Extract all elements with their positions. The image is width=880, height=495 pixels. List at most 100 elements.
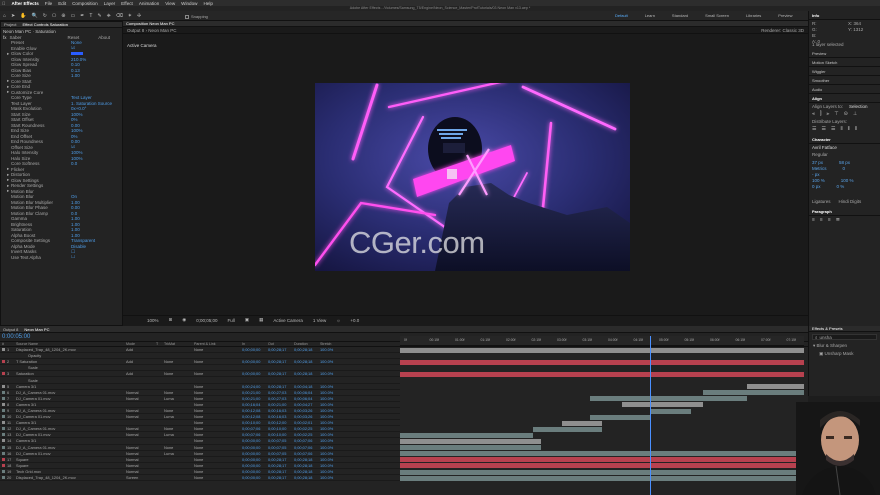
layer-duration-bar[interactable] <box>400 463 804 469</box>
layer-parent[interactable]: None <box>194 438 203 443</box>
workspace-default[interactable]: Default <box>615 13 628 18</box>
hand-tool-icon[interactable]: ✋ <box>20 13 26 19</box>
layer-name[interactable]: Square <box>16 463 29 468</box>
layer-parent[interactable]: None <box>194 451 203 456</box>
menu-window[interactable]: Window <box>181 1 197 6</box>
layer-name[interactable]: DJ_Camera 01.mov <box>16 396 51 401</box>
label-color-swatch[interactable] <box>2 433 5 437</box>
snapping-checkbox[interactable] <box>185 14 189 19</box>
layer-name[interactable]: Opacity <box>28 353 41 358</box>
layer-name[interactable]: DJ_Camera 01.mov <box>16 432 51 437</box>
label-color-swatch[interactable] <box>2 384 5 388</box>
layer-mode[interactable]: Normal <box>126 414 139 419</box>
layer-name[interactable]: Scale <box>28 365 38 370</box>
effect-property-value[interactable]: On <box>71 194 77 199</box>
label-color-swatch[interactable] <box>2 427 5 431</box>
layer-parent[interactable]: None <box>194 463 203 468</box>
brush-tool-icon[interactable]: ✎ <box>97 13 101 19</box>
menu-animation[interactable]: Animation <box>139 1 159 6</box>
layer-parent[interactable]: None <box>194 359 203 364</box>
align-left-icon[interactable]: ⫷ <box>812 111 815 117</box>
renderer-label[interactable]: Renderer: Classic 3D <box>761 28 804 33</box>
align-bottom-icon[interactable]: ⊥ <box>853 111 857 117</box>
workspace-preview[interactable]: Preview <box>778 13 792 18</box>
leading-field[interactable]: 58 px <box>839 160 850 165</box>
align-top-icon[interactable]: ⊤ <box>834 111 838 117</box>
layer-trk[interactable]: None <box>164 408 173 413</box>
puppet-tool-icon[interactable]: ✢ <box>137 13 141 19</box>
layer-parent[interactable]: None <box>194 426 203 431</box>
font-size-field[interactable]: 37 px <box>812 160 823 165</box>
menu-composition[interactable]: Composition <box>72 1 98 6</box>
distribute-hcenter-icon[interactable]: ⦀ <box>848 126 850 132</box>
transparency-grid-icon[interactable]: ▦ <box>259 317 263 323</box>
label-color-swatch[interactable] <box>2 360 5 364</box>
effect-property-value[interactable]: 0% <box>71 134 78 139</box>
home-icon[interactable]: ⌂ <box>3 13 6 19</box>
snapping-toggle[interactable]: Snapping <box>185 14 208 19</box>
effects-presets-title[interactable]: Effects & Presets <box>812 326 843 331</box>
align-text-left-icon[interactable]: ≡ <box>812 217 815 223</box>
playhead[interactable] <box>650 336 651 495</box>
label-color-swatch[interactable] <box>2 415 5 419</box>
info-panel-title[interactable]: Info <box>809 11 880 20</box>
align-vcenter-icon[interactable]: ⊝ <box>844 111 848 117</box>
column-header[interactable]: Duration <box>292 342 318 346</box>
camera-snapshot-icon[interactable]: ◉ <box>182 317 186 323</box>
reset-link[interactable]: Reset <box>68 35 80 40</box>
zoom-tool-icon[interactable]: 🔍 <box>31 13 37 19</box>
effect-property-value[interactable]: 1.00 <box>71 222 80 227</box>
effect-property-value[interactable]: 0% <box>71 117 78 122</box>
effect-property-value[interactable]: Disable <box>71 244 86 249</box>
layer-parent[interactable]: None <box>194 408 203 413</box>
label-color-swatch[interactable] <box>2 390 5 394</box>
layer-mode[interactable]: Screen <box>126 475 138 480</box>
composition-canvas[interactable]: CGer.com <box>315 83 630 271</box>
align-panel-title[interactable]: Align <box>809 94 880 103</box>
layer-mode[interactable]: Normal <box>126 451 139 456</box>
layer-name[interactable]: Scale <box>28 378 38 383</box>
effect-property-value[interactable]: 100% <box>71 112 83 117</box>
layer-duration-bar[interactable] <box>400 457 804 463</box>
layer-parent[interactable]: None <box>194 414 203 419</box>
workspace-small-screen[interactable]: Small Screen <box>705 13 729 18</box>
effect-property-value[interactable]: 0.00 <box>71 139 80 144</box>
distribute-bottom-icon[interactable]: ☰ <box>831 126 835 132</box>
align-hcenter-icon[interactable]: ⫿ <box>820 111 822 117</box>
layer-duration-bar[interactable] <box>400 475 804 481</box>
distribute-right-icon[interactable]: ⦀ <box>855 126 857 132</box>
current-time-display[interactable]: 0:00:05:00 <box>2 334 30 340</box>
layer-trk[interactable]: None <box>164 445 173 450</box>
label-color-swatch[interactable] <box>2 396 5 400</box>
effect-property-row[interactable]: Use Text Alpha ☐ <box>7 255 122 261</box>
menu-help[interactable]: Help <box>203 1 212 6</box>
layer-mode[interactable]: Add <box>126 359 133 364</box>
effect-property-value[interactable]: 0.00 <box>71 205 80 210</box>
menu-edit[interactable]: Edit <box>58 1 66 6</box>
layer-duration-bar[interactable] <box>747 384 804 390</box>
layer-mode[interactable]: Normal <box>126 390 139 395</box>
paragraph-panel-title[interactable]: Paragraph <box>809 207 880 216</box>
roto-tool-icon[interactable]: ✶ <box>128 13 132 19</box>
character-panel-title[interactable]: Character <box>809 135 880 144</box>
effect-property-value[interactable]: 0.00 <box>71 123 80 128</box>
column-header[interactable]: Source Name <box>14 342 124 346</box>
effect-property-value[interactable]: 100% <box>71 156 83 161</box>
layer-duration-bar[interactable] <box>533 426 602 432</box>
layer-name[interactable]: DJ_A_Camera 01.mov <box>16 426 55 431</box>
layer-name[interactable]: DJ_Camera 01.mov <box>16 451 51 456</box>
layer-duration-bar[interactable] <box>400 347 804 353</box>
layer-name[interactable]: DJ_Camera 01.mov <box>16 414 51 419</box>
effect-property-value[interactable]: None <box>71 40 82 45</box>
layer-name[interactable]: DJ_A_Camera 01.mov <box>16 408 55 413</box>
camera-tool-icon[interactable]: ⎔ <box>52 13 56 19</box>
layer-name[interactable]: Tech Grid.mov <box>16 469 41 474</box>
layer-mode[interactable]: Add <box>126 347 133 352</box>
layer-mode[interactable]: Normal <box>126 463 139 468</box>
layer-mode[interactable]: Normal <box>126 426 139 431</box>
region-icon[interactable]: ▣ <box>245 317 249 323</box>
layer-name[interactable]: DJ_A_Camera 01.mov <box>16 390 55 395</box>
label-color-swatch[interactable] <box>2 445 5 449</box>
rect-tool-icon[interactable]: ▭ <box>70 13 75 19</box>
effect-property-value[interactable] <box>71 52 83 56</box>
